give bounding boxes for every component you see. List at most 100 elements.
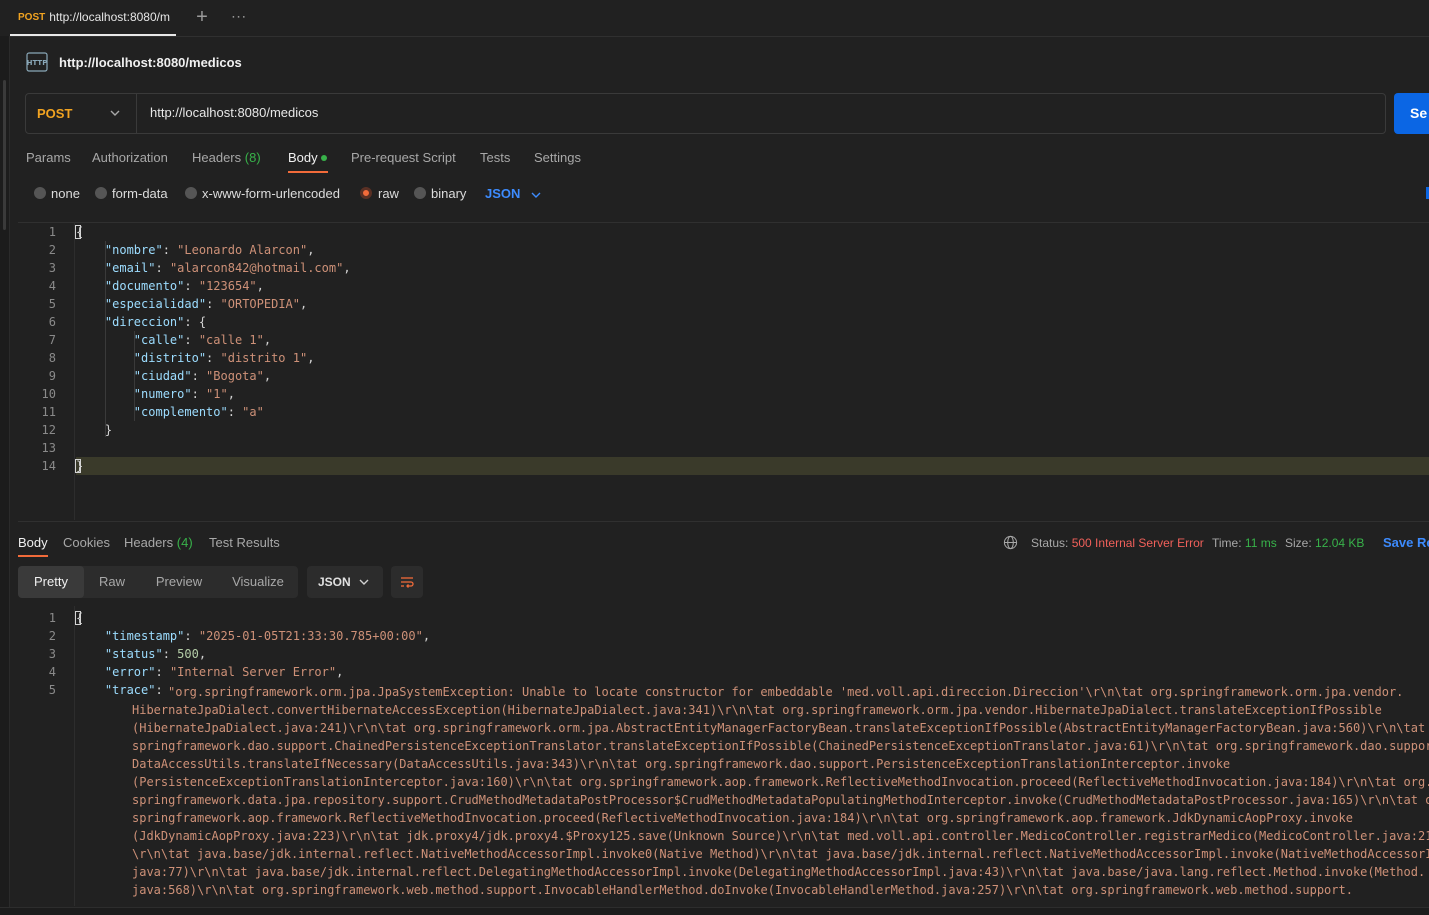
json-value: "ORTOPEDIA" <box>220 297 300 311</box>
response-headers-label: Headers <box>124 535 174 550</box>
size-readout[interactable]: Size: 12.04 KB <box>1285 536 1364 550</box>
size-value: 12.04 KB <box>1315 536 1365 550</box>
view-visualize-button[interactable]: Visualize <box>226 566 290 598</box>
json-key: "calle" <box>133 333 185 347</box>
code-line: "calle": "calle 1", <box>133 333 272 347</box>
http-icon: HTTP <box>26 52 48 72</box>
radio-urlencoded-label[interactable]: x-www-form-urlencoded <box>202 186 340 201</box>
json-key: "direccion" <box>104 315 185 329</box>
globe-icon[interactable] <box>1003 535 1018 550</box>
json-value: "Internal Server Error" <box>169 665 337 679</box>
radio-none[interactable] <box>34 187 46 199</box>
sidebar-scrollbar[interactable] <box>3 80 6 230</box>
line-number: 9 <box>48 369 56 383</box>
response-tab-test-results[interactable]: Test Results <box>209 535 280 550</box>
tab-headers[interactable]: Headers (8) <box>192 150 261 165</box>
save-response-button[interactable]: Save Re <box>1383 535 1429 550</box>
json-key: "status" <box>104 647 163 661</box>
wrap-lines-button[interactable] <box>391 566 423 598</box>
json-value: "Leonardo Alarcon" <box>177 243 308 257</box>
json-key: "documento" <box>104 279 185 293</box>
method-select[interactable]: POST <box>26 94 137 133</box>
code-line: "email": "alarcon842@hotmail.com", <box>104 261 351 275</box>
line-number: 1 <box>48 611 56 625</box>
radio-raw[interactable] <box>360 187 372 199</box>
send-button[interactable]: Se <box>1394 93 1429 134</box>
json-value: "123654" <box>198 279 257 293</box>
line-number: 6 <box>48 315 56 329</box>
status-readout[interactable]: Status: 500 Internal Server Error <box>1031 536 1204 550</box>
bracket-match-box <box>75 611 81 625</box>
response-tab-headers[interactable]: Headers (4) <box>124 535 193 550</box>
code-line: "error": "Internal Server Error", <box>104 665 344 679</box>
code-line: "documento": "123654", <box>104 279 264 293</box>
tab-authorization[interactable]: Authorization <box>92 150 168 165</box>
json-key: "numero" <box>133 387 192 401</box>
tab-bar <box>0 0 1429 37</box>
view-raw-button[interactable]: Raw <box>90 566 134 598</box>
current-line-highlight <box>76 457 1429 475</box>
radio-binary[interactable] <box>414 187 426 199</box>
line-number: 3 <box>48 261 56 275</box>
response-headers-count: (4) <box>176 535 193 550</box>
radio-form-data-label[interactable]: form-data <box>112 186 168 201</box>
line-number: 7 <box>48 333 56 347</box>
response-format-select[interactable]: JSON <box>307 566 383 598</box>
response-tab-body[interactable]: Body <box>18 535 48 550</box>
trace-line: (PersistenceExceptionTranslationIntercep… <box>132 775 1429 789</box>
json-key: "error" <box>104 665 156 679</box>
trace-line: springframework.data.jpa.repository.supp… <box>132 793 1429 807</box>
radio-none-label[interactable]: none <box>51 186 80 201</box>
json-value: "a" <box>242 405 264 419</box>
time-readout[interactable]: Time: 11 ms <box>1212 536 1277 550</box>
code-line: "status": 500, <box>104 647 207 661</box>
code-line: "complemento": "a" <box>133 405 264 419</box>
code-line: "numero": "1", <box>133 387 235 401</box>
json-value: "alarcon842@hotmail.com" <box>169 261 344 275</box>
code-line: "direccion": { <box>104 315 207 329</box>
view-preview-button[interactable]: Preview <box>148 566 210 598</box>
json-key: "complemento" <box>133 405 228 419</box>
json-key: "trace" <box>104 683 156 697</box>
body-format-select[interactable]: JSON <box>485 186 520 201</box>
trace-line: (HibernateJpaDialect.java:241)\r\n\tat o… <box>132 721 1429 735</box>
radio-urlencoded[interactable] <box>185 187 197 199</box>
more-tabs-button[interactable]: ∙∙∙ <box>229 6 249 28</box>
code-line: "especialidad": "ORTOPEDIA", <box>104 297 308 311</box>
size-label: Size: <box>1285 536 1312 550</box>
tab-url: http://localhost:8080/m <box>49 10 170 24</box>
line-number: 1 <box>48 225 56 239</box>
active-response-tab-underline <box>18 555 48 557</box>
trace-line: DataAccessUtils.translateIfNecessary(Dat… <box>132 757 1231 771</box>
line-number: 14 <box>41 459 56 473</box>
request-tab[interactable]: POST http://localhost:8080/m <box>10 0 176 36</box>
code-line: "ciudad": "Bogota", <box>133 369 272 383</box>
line-number: 4 <box>48 279 56 293</box>
trace-line: "org.springframework.orm.jpa.JpaSystemEx… <box>168 685 1404 699</box>
url-input[interactable]: http://localhost:8080/medicos <box>150 105 318 120</box>
json-key: "ciudad" <box>133 369 192 383</box>
view-pretty-button[interactable]: Pretty <box>18 566 84 598</box>
line-number: 3 <box>48 647 56 661</box>
radio-binary-label[interactable]: binary <box>431 186 466 201</box>
response-tab-cookies[interactable]: Cookies <box>63 535 110 550</box>
new-tab-button[interactable]: + <box>192 6 212 28</box>
code-line: "timestamp": "2025-01-05T21:33:30.785+00… <box>104 629 431 643</box>
active-tab-underline <box>288 171 328 173</box>
tab-params[interactable]: Params <box>26 150 71 165</box>
radio-form-data[interactable] <box>95 187 107 199</box>
tab-tests[interactable]: Tests <box>480 150 510 165</box>
tab-settings[interactable]: Settings <box>534 150 581 165</box>
bracket-match-box <box>75 225 81 239</box>
request-title[interactable]: http://localhost:8080/medicos <box>59 55 242 70</box>
radio-raw-label[interactable]: raw <box>378 186 399 201</box>
tab-prerequest-script[interactable]: Pre-request Script <box>351 150 456 165</box>
json-key: "timestamp" <box>104 629 185 643</box>
time-label: Time: <box>1212 536 1242 550</box>
trace-line: java:77)\r\n\tat java.base/jdk.internal.… <box>132 865 1426 879</box>
line-number: 11 <box>41 405 56 419</box>
line-number: 13 <box>41 441 56 455</box>
code-line: } <box>76 423 113 437</box>
json-value: 500 <box>177 647 199 661</box>
tab-body[interactable]: Body <box>288 150 318 165</box>
